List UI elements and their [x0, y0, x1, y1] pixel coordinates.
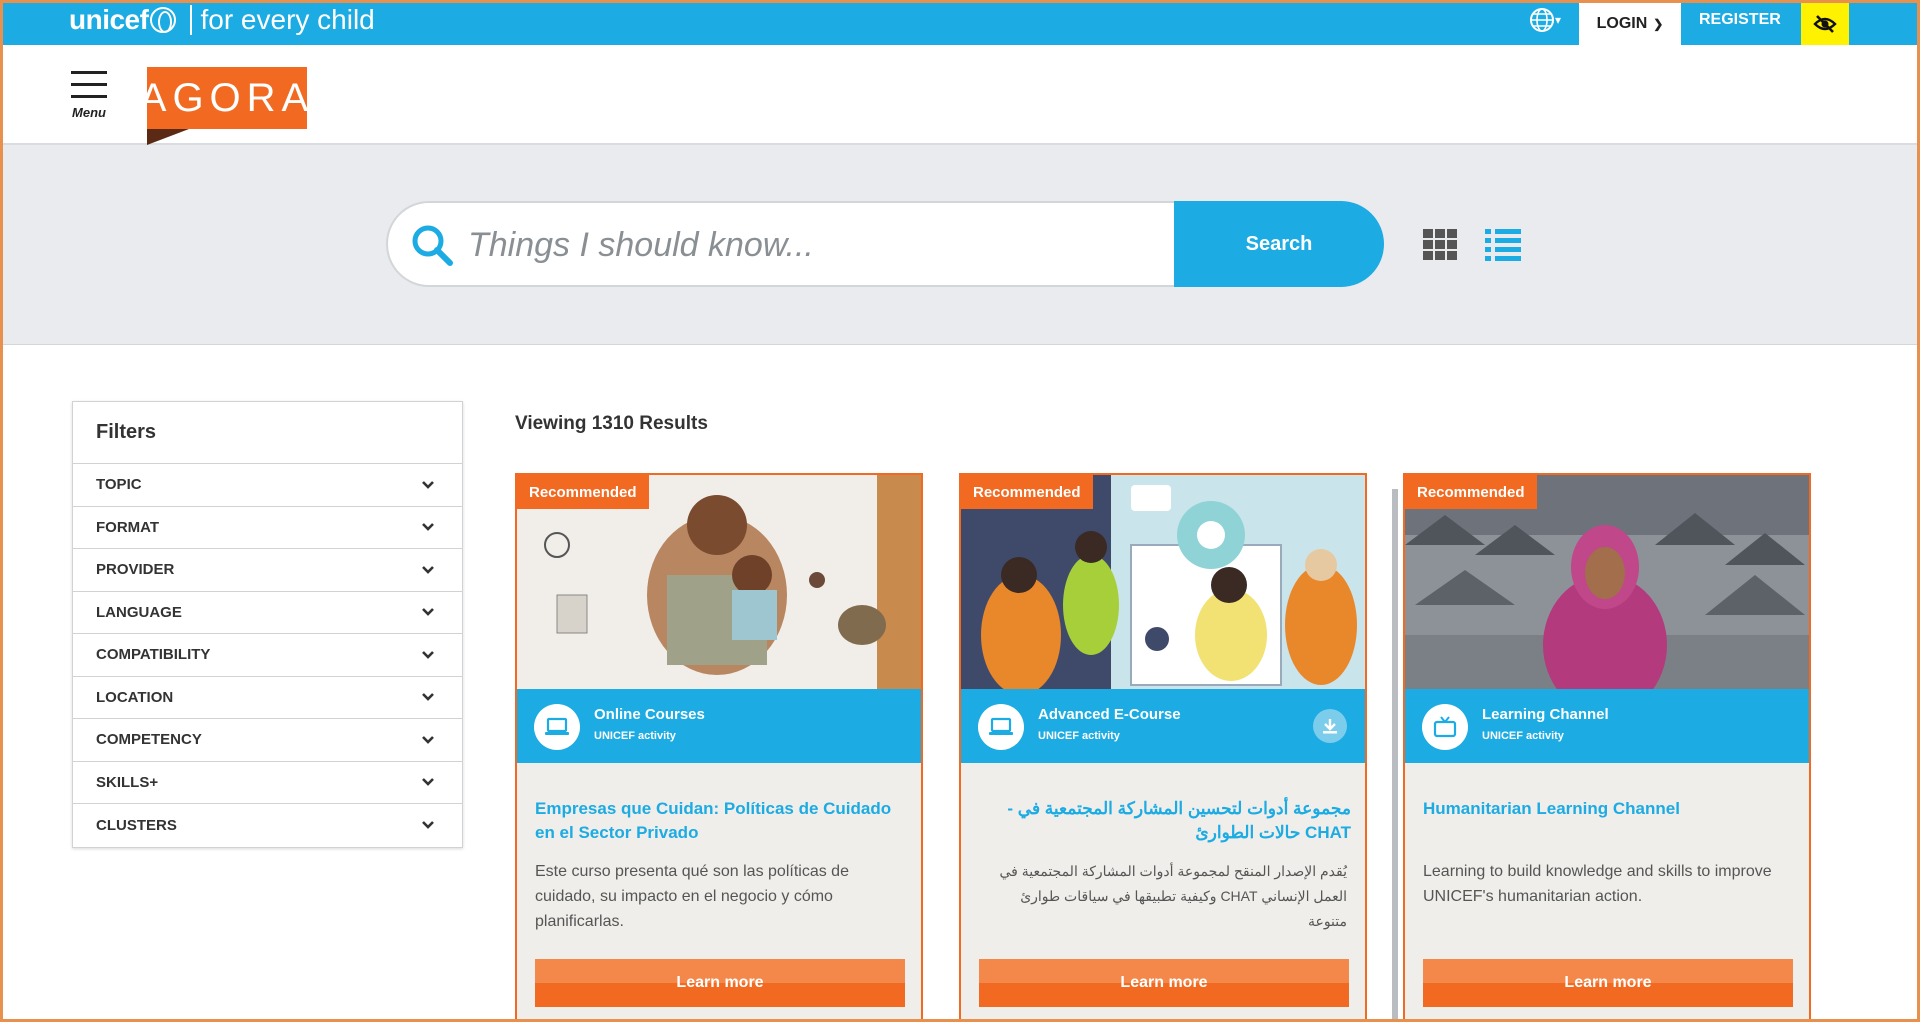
filter-competency[interactable]: COMPETENCY	[73, 719, 462, 762]
menu-label: Menu	[72, 105, 106, 120]
card-type: Learning Channel	[1482, 706, 1609, 723]
chevron-down-icon	[422, 821, 434, 830]
download-icon[interactable]	[1313, 709, 1347, 743]
result-card[interactable]: Recommended Learning Channel UNICEF acti…	[1403, 473, 1811, 1019]
laptop-icon	[978, 704, 1024, 750]
search-field-container	[386, 201, 1176, 287]
chevron-down-icon	[422, 523, 434, 532]
card-title[interactable]: مجموعة أدوات لتحسين المشاركة المجتمعية ف…	[979, 797, 1351, 845]
learn-more-button[interactable]: Learn more	[979, 959, 1349, 1007]
register-link[interactable]: REGISTER	[1699, 3, 1781, 37]
accessibility-toggle[interactable]	[1801, 3, 1849, 45]
filter-location[interactable]: LOCATION	[73, 677, 462, 719]
unicef-brand[interactable]: unicef for every child	[69, 3, 375, 37]
card-title[interactable]: Humanitarian Learning Channel	[1423, 797, 1795, 821]
language-selector[interactable]: ▾	[1529, 5, 1561, 35]
search-input[interactable]	[468, 217, 1158, 273]
filters-panel: Filters TOPIC FORMAT PROVIDER LANGUAGE C…	[72, 401, 463, 848]
list-view-icon[interactable]	[1485, 229, 1521, 261]
brand-tagline: for every child	[200, 4, 375, 35]
login-button[interactable]: LOGIN ❯	[1579, 3, 1681, 45]
filter-compatibility[interactable]: COMPATIBILITY	[73, 634, 462, 677]
search-bar: Search	[386, 201, 1384, 287]
card-type: Advanced E-Course	[1038, 706, 1181, 723]
laptop-icon	[534, 704, 580, 750]
recommended-badge: Recommended	[1405, 475, 1537, 509]
card-stack-edge	[1392, 489, 1398, 1019]
results-count: Viewing 1310 Results	[515, 413, 708, 434]
search-button[interactable]: Search	[1174, 201, 1384, 287]
card-title[interactable]: Empresas que Cuidan: Políticas de Cuidad…	[535, 797, 907, 845]
card-subtype: UNICEF activity	[1038, 730, 1120, 742]
result-card[interactable]: Recommended Advanced E-Course UNICEF act…	[959, 473, 1367, 1019]
search-band: Search	[3, 145, 1917, 345]
chevron-down-icon	[422, 480, 434, 489]
logo-text: AGORA	[140, 67, 308, 129]
filter-provider[interactable]: PROVIDER	[73, 549, 462, 592]
filter-language[interactable]: LANGUAGE	[73, 592, 462, 634]
card-description: Learning to build knowledge and skills t…	[1423, 863, 1772, 905]
chevron-down-icon: ▾	[1555, 13, 1562, 27]
brand-name: unicef	[69, 4, 149, 35]
chevron-down-icon	[422, 735, 434, 744]
agora-logo[interactable]: AGORA	[140, 67, 309, 145]
chevron-down-icon	[422, 608, 434, 617]
logo-tail	[147, 129, 189, 145]
card-subtype: UNICEF activity	[594, 730, 676, 742]
chevron-down-icon: ❯	[1653, 17, 1664, 31]
filter-topic[interactable]: TOPIC	[73, 464, 462, 507]
globe-icon	[1530, 8, 1554, 32]
filter-format[interactable]: FORMAT	[73, 507, 462, 549]
page-frame: unicef for every child ▾ LOGIN ❯ REGISTE…	[0, 0, 1920, 1022]
menu-button[interactable]: Menu	[69, 71, 109, 120]
chevron-down-icon	[422, 650, 434, 659]
chevron-down-icon	[422, 778, 434, 787]
card-type-bar: Online Courses UNICEF activity	[517, 689, 921, 763]
card-type: Online Courses	[594, 706, 705, 723]
learn-more-button[interactable]: Learn more	[535, 959, 905, 1007]
card-type-bar: Learning Channel UNICEF activity	[1405, 689, 1809, 763]
learn-more-button[interactable]: Learn more	[1423, 959, 1793, 1007]
eye-slash-icon	[1813, 15, 1837, 33]
chevron-down-icon	[422, 565, 434, 574]
grid-view-icon[interactable]	[1423, 229, 1457, 260]
tv-icon	[1422, 704, 1468, 750]
brand-divider	[190, 5, 193, 35]
card-description: Este curso presenta qué son las política…	[535, 863, 849, 930]
login-label: LOGIN	[1596, 15, 1648, 32]
unicef-emblem-icon	[150, 7, 177, 33]
site-header: Menu AGORA	[3, 45, 1917, 145]
filter-skills[interactable]: SKILLS+	[73, 762, 462, 804]
result-card[interactable]: Recommended Online Courses UNICEF activi…	[515, 473, 923, 1019]
recommended-badge: Recommended	[517, 475, 649, 509]
card-description: يُقدم الإصدار المنقح لمجموعة أدوات المشا…	[999, 863, 1348, 929]
chevron-down-icon	[422, 693, 434, 702]
filters-title: Filters	[73, 402, 462, 464]
recommended-badge: Recommended	[961, 475, 1093, 509]
card-type-bar: Advanced E-Course UNICEF activity	[961, 689, 1365, 763]
card-subtype: UNICEF activity	[1482, 730, 1564, 742]
filter-clusters[interactable]: CLUSTERS	[73, 804, 462, 847]
hamburger-icon	[71, 71, 107, 74]
top-bar: unicef for every child ▾ LOGIN ❯ REGISTE…	[3, 3, 1917, 45]
search-icon	[412, 225, 453, 266]
